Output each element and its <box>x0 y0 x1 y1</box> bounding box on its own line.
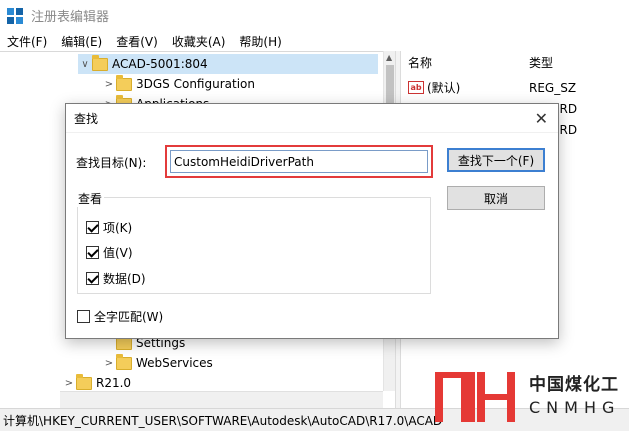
dialog-title-bar[interactable]: 查找 ✕ <box>66 104 558 133</box>
value-row[interactable]: ab (默认) REG_SZ <box>401 77 629 98</box>
regedit-icon <box>7 7 23 24</box>
tree-item-r21[interactable]: > R21.0 <box>62 373 131 393</box>
cancel-button[interactable]: 取消 <box>447 186 545 210</box>
menu-file[interactable]: 文件(F) <box>7 33 47 50</box>
folder-icon <box>92 54 108 71</box>
scroll-up-icon[interactable]: ▲ <box>386 53 392 62</box>
menu-bar: 文件(F) 编辑(E) 查看(V) 收藏夹(A) 帮助(H) <box>0 31 629 51</box>
watermark: 中国煤化工 CNMHG <box>433 366 629 426</box>
chevron-right-icon[interactable]: > <box>102 358 116 369</box>
find-dialog: 查找 ✕ 查找目标(N): 查找下一个(F) 取消 查看 项(K) 值(V) 数… <box>65 103 559 339</box>
checkbox-values[interactable] <box>86 246 99 259</box>
window-title: 注册表编辑器 <box>31 10 110 25</box>
tree-item-label: R21.0 <box>96 376 132 390</box>
menu-view[interactable]: 查看(V) <box>116 33 158 50</box>
column-header-type[interactable]: 类型 <box>529 54 553 71</box>
menu-favorites[interactable]: 收藏夹(A) <box>172 33 226 50</box>
folder-icon <box>116 353 132 370</box>
menu-edit[interactable]: 编辑(E) <box>61 33 102 50</box>
find-target-label: 查找目标(N): <box>76 156 147 170</box>
string-value-icon: ab <box>408 81 424 94</box>
column-header-name[interactable]: 名称 <box>408 54 432 71</box>
folder-icon <box>116 74 132 91</box>
dialog-title: 查找 <box>74 111 99 126</box>
option-keys[interactable]: 项(K) <box>86 219 132 236</box>
chevron-down-icon[interactable]: ∨ <box>78 59 92 70</box>
checkbox-keys[interactable] <box>86 221 99 234</box>
option-label: 数据(D) <box>103 272 146 286</box>
tree-item-webservices[interactable]: > WebServices <box>102 353 213 373</box>
chevron-right-icon[interactable]: > <box>62 378 76 389</box>
menu-help[interactable]: 帮助(H) <box>239 33 281 50</box>
find-target-input[interactable] <box>170 150 428 173</box>
watermark-cn: 中国煤化工 <box>529 375 619 395</box>
folder-icon <box>76 373 92 390</box>
tree-item-acad[interactable]: ∨ ACAD-5001:804 <box>78 54 378 74</box>
option-data[interactable]: 数据(D) <box>86 270 146 287</box>
chevron-right-icon[interactable]: > <box>102 79 116 90</box>
checkbox-match-whole[interactable] <box>77 310 90 323</box>
tree-item-label: 3DGS Configuration <box>136 77 255 91</box>
title-bar: 注册表编辑器 <box>0 0 629 31</box>
option-label: 项(K) <box>103 221 133 235</box>
close-icon[interactable]: ✕ <box>535 109 548 128</box>
value-type: REG_SZ <box>529 80 577 95</box>
values-header: 名称 类型 <box>401 51 629 73</box>
look-at-label: 查看 <box>76 190 105 207</box>
status-path: 计算机\HKEY_CURRENT_USER\SOFTWARE\Autodesk\… <box>3 413 443 428</box>
value-name: (默认) <box>427 81 461 95</box>
search-highlight-box <box>165 145 433 178</box>
logo-icon <box>435 372 515 422</box>
find-next-button[interactable]: 查找下一个(F) <box>447 148 545 172</box>
option-label: 全字匹配(W) <box>94 310 164 324</box>
option-match-whole[interactable]: 全字匹配(W) <box>77 308 163 325</box>
scroll-thumb[interactable] <box>386 65 394 105</box>
tree-item-label: ACAD-5001:804 <box>112 57 208 71</box>
watermark-en: CNMHG <box>529 398 621 417</box>
checkbox-data[interactable] <box>86 272 99 285</box>
option-values[interactable]: 值(V) <box>86 244 133 261</box>
tree-item-label: WebServices <box>136 356 213 370</box>
tree-horizontal-scrollbar[interactable] <box>60 391 383 408</box>
tree-item-3dgs[interactable]: > 3DGS Configuration <box>102 74 255 94</box>
option-label: 值(V) <box>103 246 133 260</box>
